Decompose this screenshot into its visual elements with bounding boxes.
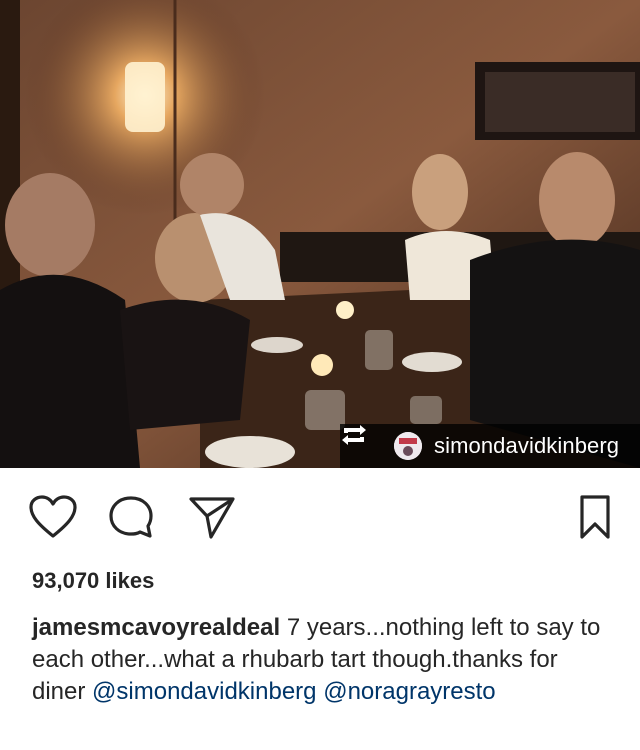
caption-username[interactable]: jamesmcavoyrealdeal bbox=[32, 614, 280, 641]
post-photo[interactable]: simondavidkinberg bbox=[0, 0, 640, 468]
mention-link[interactable]: @simondavidkinberg bbox=[92, 678, 316, 705]
heart-icon[interactable] bbox=[28, 494, 78, 545]
likes-count[interactable]: 93,070 likes bbox=[32, 568, 154, 594]
repost-overlay[interactable]: simondavidkinberg bbox=[340, 424, 640, 468]
repost-avatar[interactable] bbox=[394, 432, 422, 460]
caption: jamesmcavoyrealdeal 7 years...nothing le… bbox=[32, 612, 617, 708]
action-bar bbox=[0, 494, 640, 542]
repost-username[interactable]: simondavidkinberg bbox=[434, 433, 619, 459]
comment-icon[interactable] bbox=[107, 494, 155, 545]
bookmark-icon[interactable] bbox=[578, 494, 612, 545]
mention-link[interactable]: @noragrayresto bbox=[323, 678, 495, 705]
paper-plane-icon[interactable] bbox=[187, 494, 237, 545]
restaurant-photo bbox=[0, 0, 640, 468]
repost-icon bbox=[342, 425, 382, 457]
